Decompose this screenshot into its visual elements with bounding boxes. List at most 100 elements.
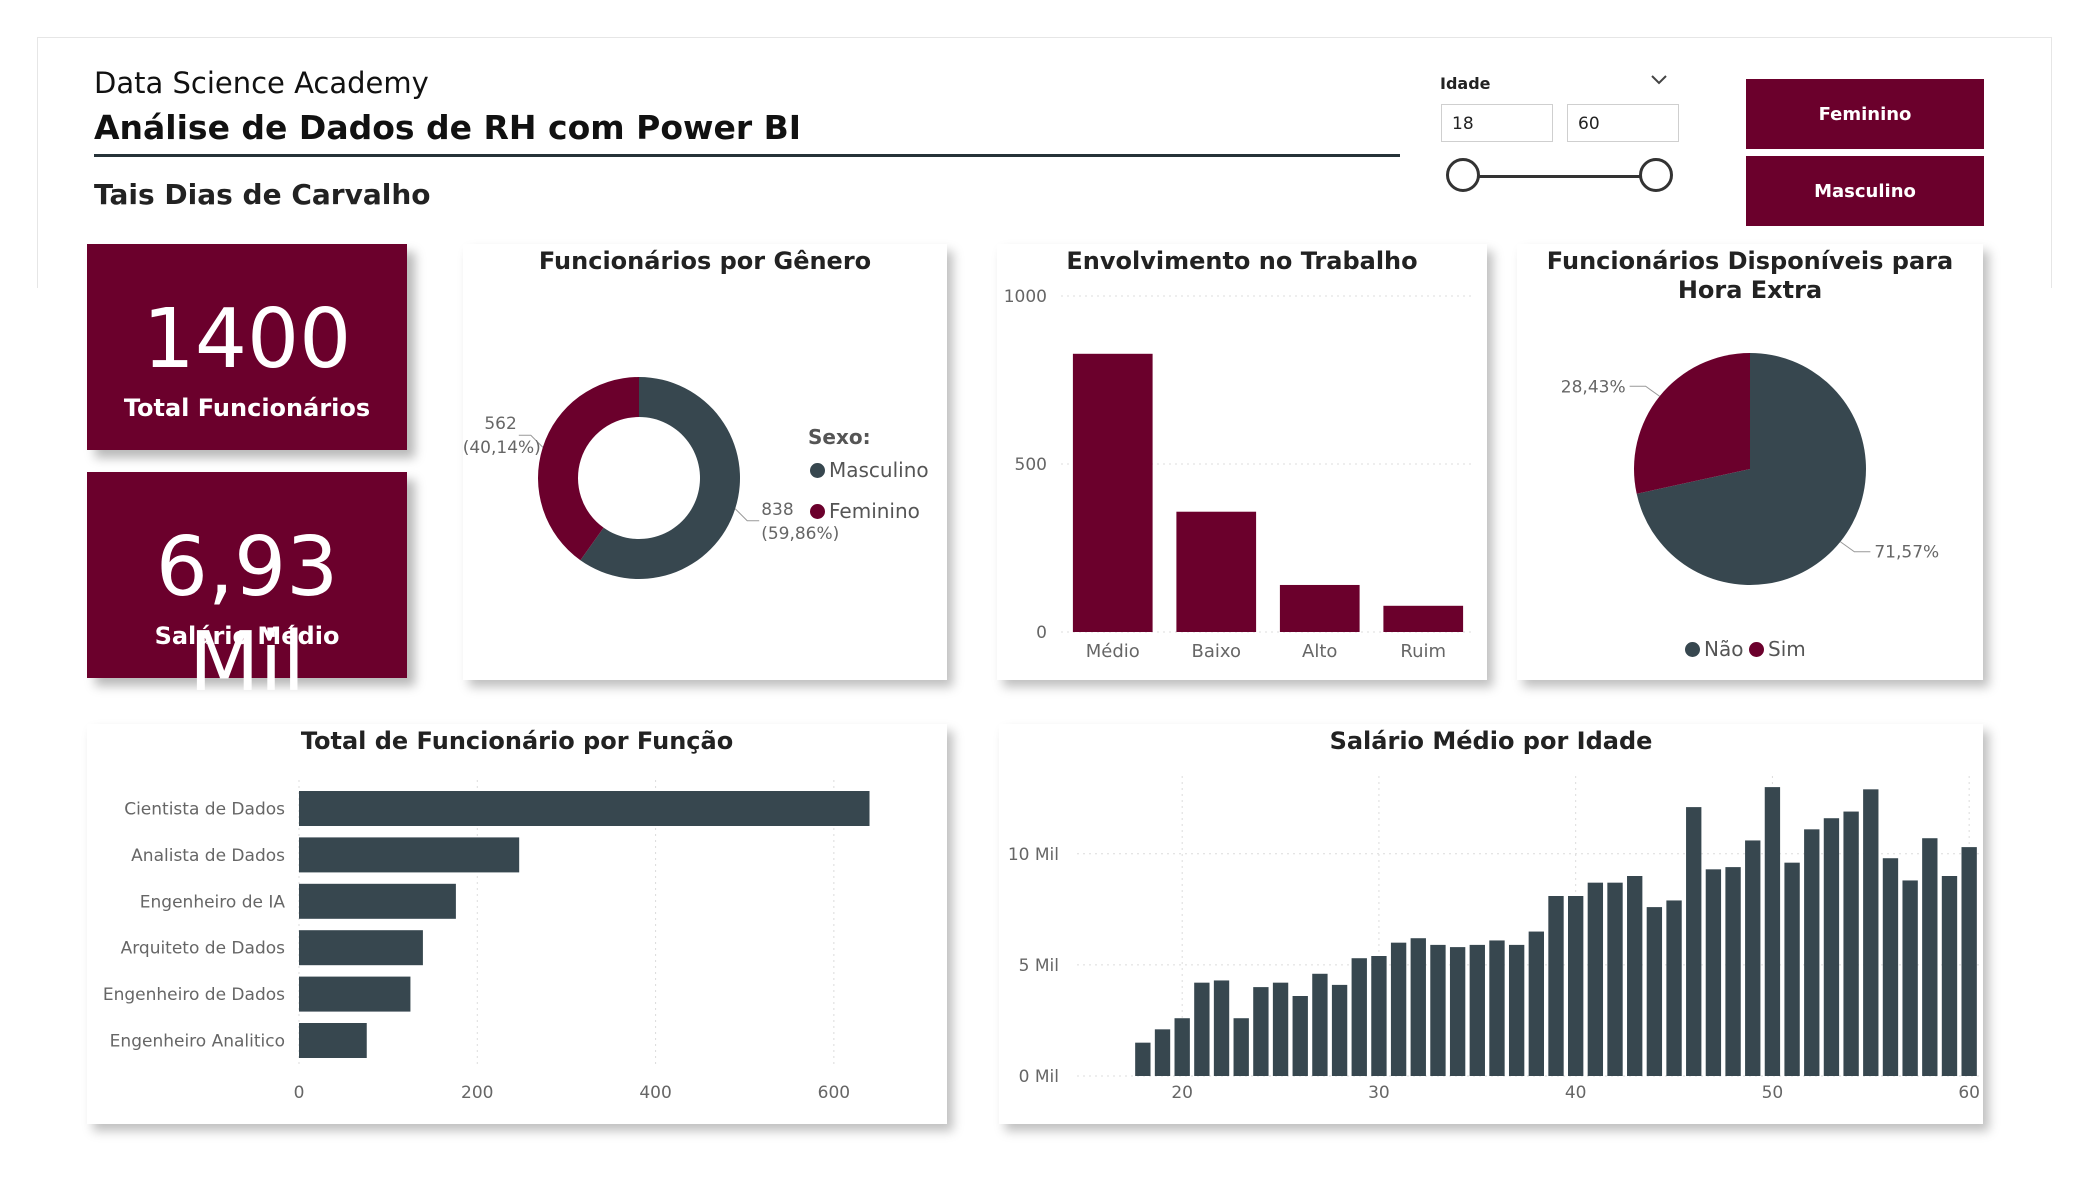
age-max-input[interactable]: 60: [1567, 104, 1679, 142]
x-tick-label: 600: [818, 1083, 850, 1103]
kpi-total-value: 1400: [142, 292, 352, 387]
donut-pct-feminino: (40,14%): [463, 438, 541, 458]
author-name: Tais Dias de Carvalho: [94, 178, 431, 211]
bar-age-50: [1764, 787, 1781, 1076]
donut-label-feminino: 562: [484, 414, 516, 434]
x-tick-label: 40: [1565, 1083, 1587, 1103]
bar-age-43: [1627, 876, 1643, 1076]
involvement-bar-chart: 0 500 1000 Médio Baixo Alto Ruim: [1004, 287, 1475, 662]
y-tick-label: 500: [1015, 455, 1047, 475]
y-tick-label: 0 Mil: [1019, 1067, 1059, 1087]
bar-engenheiro-de-ia: [299, 883, 456, 919]
bar-age-49: [1745, 840, 1761, 1076]
x-tick-label: Médio: [1086, 641, 1140, 662]
bar-age-57: [1902, 880, 1918, 1076]
y-tick-label: Cientista de Dados: [124, 800, 285, 820]
gender-donut-chart: 838 (59,86%) 562 (40,14%): [463, 377, 839, 579]
bar-age-47: [1705, 869, 1722, 1076]
female-button[interactable]: Feminino: [1746, 79, 1984, 149]
x-tick-label: 60: [1958, 1083, 1980, 1103]
bar-age-31: [1390, 942, 1407, 1076]
bar-age-42: [1607, 882, 1623, 1076]
donut-leader-masculino: [734, 508, 760, 522]
page-title: Análise de Dados de RH com Power BI: [94, 108, 802, 147]
x-tick-label: 400: [639, 1083, 671, 1103]
gender-chart-card: Funcionários por Gênero Sexo: Masculino …: [463, 244, 947, 680]
bar-age-27: [1312, 973, 1328, 1076]
donut-slice-feminino: [538, 377, 639, 561]
pie-leader-nao: [1840, 541, 1871, 553]
bar-age-38: [1528, 931, 1544, 1076]
donut-pct-masculino: (59,86%): [761, 524, 839, 544]
pie-leader-sim: [1629, 385, 1660, 397]
bar-engenheiro-analitico: [299, 1023, 367, 1058]
y-tick-label: 0: [1036, 623, 1047, 643]
pie-label-nao: 71,57%: [1874, 543, 1939, 563]
bar-age-30: [1371, 956, 1387, 1076]
kpi-average-salary: 6,93 Mil Salário Médio: [87, 472, 407, 710]
bar-age-35: [1469, 944, 1485, 1076]
bar-age-32: [1410, 938, 1426, 1076]
title-divider: [94, 154, 1400, 157]
x-tick-label: 20: [1171, 1083, 1193, 1103]
chevron-down-icon[interactable]: [1650, 70, 1668, 91]
bar-age-53: [1823, 818, 1840, 1076]
involvement-chart-card: Envolvimento no Trabalho 0 500 1000 Médio Ba…: [997, 244, 1487, 680]
kpi-salary-value: 6,93 Mil: [155, 520, 339, 710]
age-slicer-label: Idade: [1440, 74, 1491, 93]
bar-cientista-de-dados: [299, 791, 870, 826]
bar-age-40: [1568, 896, 1584, 1076]
bar-age-54: [1843, 811, 1859, 1076]
bar-age-26: [1292, 996, 1308, 1076]
salary-age-bar-chart: 0 Mil 5 Mil 10 Mil 20 30 40 50 60: [1008, 776, 1980, 1103]
bar-age-59: [1941, 876, 1958, 1076]
bar-baixo: [1176, 511, 1257, 632]
kpi-total-label: Total Funcionários: [123, 394, 371, 422]
y-tick-label: 10 Mil: [1008, 845, 1059, 865]
male-button[interactable]: Masculino: [1746, 156, 1984, 226]
y-tick-label: Engenheiro de IA: [140, 892, 286, 912]
roles-bar-chart: 0 200 400 600 Cientista de Dados Analista de …: [103, 780, 870, 1103]
x-tick-label: 50: [1762, 1083, 1784, 1103]
bar-age-36: [1489, 940, 1505, 1076]
bar-age-44: [1646, 907, 1663, 1076]
bar-age-45: [1666, 900, 1682, 1076]
y-tick-label: Analista de Dados: [131, 846, 285, 866]
bar-age-25: [1272, 982, 1289, 1076]
bar-age-52: [1804, 829, 1820, 1076]
bar-age-20: [1174, 1018, 1190, 1076]
bar-age-29: [1351, 958, 1367, 1076]
bar-age-24: [1253, 987, 1269, 1076]
y-tick-label: Engenheiro Analitico: [110, 1032, 285, 1052]
y-tick-label: 5 Mil: [1019, 956, 1059, 976]
x-tick-label: Alto: [1302, 641, 1337, 662]
org-name: Data Science Academy: [94, 66, 429, 100]
bar-alto: [1279, 584, 1360, 632]
bar-age-60: [1961, 847, 1977, 1076]
bar-age-19: [1154, 1029, 1171, 1076]
bar-age-56: [1882, 858, 1899, 1076]
overtime-chart-card: Funcionários Disponíveis para Hora Extra…: [1517, 244, 1983, 680]
bar-medio: [1072, 353, 1153, 632]
age-slider-min-handle[interactable]: [1446, 158, 1480, 192]
bar-ruim: [1383, 605, 1464, 632]
bar-age-41: [1587, 882, 1604, 1076]
x-tick-label: Ruim: [1400, 641, 1446, 662]
kpi-salary-label: Salário Médio: [154, 622, 340, 650]
bar-age-37: [1508, 944, 1525, 1076]
bar-age-55: [1863, 789, 1879, 1076]
bar-age-51: [1784, 862, 1800, 1076]
age-min-input[interactable]: 18: [1441, 104, 1553, 142]
bar-age-28: [1331, 984, 1348, 1076]
bar-age-46: [1686, 807, 1702, 1076]
pie-slice-sim: [1634, 353, 1750, 494]
x-tick-label: 0: [294, 1083, 305, 1103]
age-slider-track[interactable]: [1462, 175, 1656, 178]
kpi-total-employees: 1400 Total Funcionários: [87, 244, 407, 450]
x-tick-label: Baixo: [1192, 641, 1242, 662]
bar-analista-de-dados: [299, 837, 520, 873]
x-tick-label: 200: [461, 1083, 493, 1103]
x-tick-label: 30: [1368, 1083, 1390, 1103]
bar-age-33: [1430, 944, 1446, 1076]
age-slider-max-handle[interactable]: [1639, 158, 1673, 192]
